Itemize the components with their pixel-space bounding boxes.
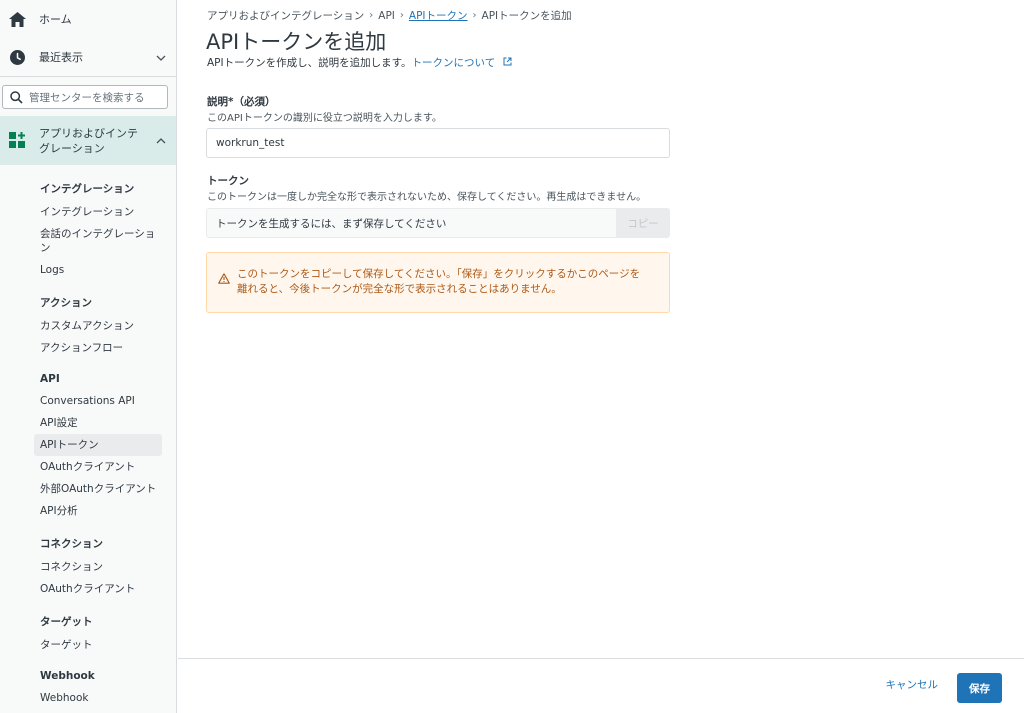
- warning-alert: このトークンをコピーして保存してください。「保存」をクリックするかこのページを …: [206, 252, 670, 313]
- description-hint: このAPIトークンの識別に役立つ説明を入力します。: [207, 113, 442, 124]
- token-label: トークン: [207, 175, 249, 187]
- breadcrumb-api[interactable]: API: [378, 10, 395, 22]
- breadcrumb-api-tokens[interactable]: APIトークン: [409, 8, 468, 23]
- section-heading: ターゲット: [40, 616, 93, 628]
- nav-section-connections: コネクション コネクション OAuthクライアント: [0, 536, 176, 600]
- nav-section-targets: ターゲット ターゲット: [0, 614, 176, 656]
- token-placeholder: トークンを生成するには、まず保存してください: [216, 217, 447, 230]
- nav-recent-label: 最近表示: [39, 51, 83, 64]
- section-heading: コネクション: [40, 538, 103, 550]
- home-icon: [8, 10, 26, 28]
- sidebar-item-integrations[interactable]: インテグレーション: [40, 201, 176, 223]
- apps-grid-icon: [9, 132, 26, 149]
- chevron-down-icon: [156, 51, 166, 64]
- about-tokens-link-label: トークンについて: [411, 57, 496, 69]
- sidebar-item-external-oauth-clients[interactable]: 外部OAuthクライアント: [40, 478, 176, 500]
- sidebar-divider: [0, 76, 176, 77]
- chevron-right-icon: ›: [369, 10, 374, 21]
- sidebar-item-custom-actions[interactable]: カスタムアクション: [40, 315, 176, 337]
- sidebar: ホーム 最近表示 管理センターを検索する アプリおよびインテグレーション インテ…: [0, 0, 177, 713]
- about-tokens-link[interactable]: トークンについて: [412, 57, 512, 69]
- token-input: トークンを生成するには、まず保存してください: [206, 208, 616, 238]
- search-icon: [10, 90, 24, 104]
- token-hint: このトークンは一度しか完全な形で表示されないため、保存してください。再生成はでき…: [207, 192, 647, 203]
- nav-section-api: API Conversations API API設定 APIトークン OAut…: [0, 373, 176, 522]
- sidebar-item-connections[interactable]: コネクション: [40, 556, 176, 578]
- sidebar-item-api-tokens[interactable]: APIトークン: [34, 434, 162, 456]
- warning-icon: [218, 269, 230, 288]
- main-content: アプリおよびインテグレーション › API › APIトークン › APIトーク…: [178, 0, 1024, 713]
- section-heading: アクション: [40, 297, 92, 309]
- breadcrumb: アプリおよびインテグレーション › API › APIトークン › APIトーク…: [207, 8, 572, 23]
- nav-section-webhooks: Webhook Webhook: [0, 670, 176, 709]
- nav-apps-integrations[interactable]: アプリおよびインテグレーション: [0, 116, 176, 165]
- sidebar-item-action-flows[interactable]: アクションフロー: [40, 337, 176, 359]
- save-button[interactable]: 保存: [957, 673, 1002, 703]
- section-heading: インテグレーション: [40, 183, 135, 195]
- page-subtitle: APIトークンを作成し、説明を追加します。トークンについて: [207, 55, 512, 70]
- token-field-group: トークンを生成するには、まず保存してください コピー: [206, 208, 670, 238]
- warning-line-1: このトークンをコピーして保存してください。「保存」をクリックするかこのページを: [237, 268, 641, 280]
- sidebar-item-conversations-api[interactable]: Conversations API: [40, 390, 176, 412]
- search-placeholder: 管理センターを検索する: [29, 91, 145, 104]
- nav-home-label: ホーム: [39, 13, 72, 26]
- nav-apps-label: アプリおよびインテグレーション: [39, 126, 138, 155]
- external-link-icon: [503, 57, 512, 66]
- chevron-up-icon: [156, 134, 166, 147]
- subtitle-text: APIトークンを作成し、説明を追加します。: [207, 57, 412, 69]
- breadcrumb-apps[interactable]: アプリおよびインテグレーション: [207, 8, 364, 23]
- description-input[interactable]: workrun_test: [206, 128, 670, 158]
- chevron-right-icon: ›: [472, 10, 477, 21]
- sidebar-item-webhooks[interactable]: Webhook: [40, 687, 176, 709]
- nav-section-actions: アクション カスタムアクション アクションフロー: [0, 295, 176, 359]
- nav-section-integrations: インテグレーション インテグレーション 会話のインテグレーション Logs: [0, 181, 176, 281]
- description-label: 説明*（必須）: [207, 96, 276, 108]
- sidebar-item-api-settings[interactable]: API設定: [40, 412, 176, 434]
- sidebar-item-conversation-integrations[interactable]: 会話のインテグレーション: [40, 223, 160, 259]
- breadcrumb-current: APIトークンを追加: [481, 10, 572, 22]
- nav-home[interactable]: ホーム: [0, 0, 176, 38]
- section-heading: Webhook: [40, 670, 95, 682]
- sidebar-search-input[interactable]: 管理センターを検索する: [2, 85, 168, 109]
- page-title: APIトークンを追加: [206, 30, 387, 54]
- description-value: workrun_test: [216, 137, 285, 149]
- sidebar-item-connection-oauth-clients[interactable]: OAuthクライアント: [40, 578, 176, 600]
- sidebar-item-oauth-clients[interactable]: OAuthクライアント: [40, 456, 176, 478]
- cancel-button[interactable]: キャンセル: [886, 677, 939, 692]
- form-footer: キャンセル 保存: [178, 658, 1024, 713]
- warning-line-2: 離れると、今後トークンが完全な形で表示されることはありません。: [237, 283, 562, 295]
- clock-icon: [8, 48, 26, 66]
- sidebar-item-logs[interactable]: Logs: [40, 259, 176, 281]
- sidebar-item-targets[interactable]: ターゲット: [40, 634, 176, 656]
- copy-button[interactable]: コピー: [616, 208, 670, 238]
- nav-recent[interactable]: 最近表示: [0, 38, 176, 76]
- sidebar-item-api-analytics[interactable]: API分析: [40, 500, 176, 522]
- section-heading: API: [40, 373, 60, 385]
- chevron-right-icon: ›: [399, 10, 404, 21]
